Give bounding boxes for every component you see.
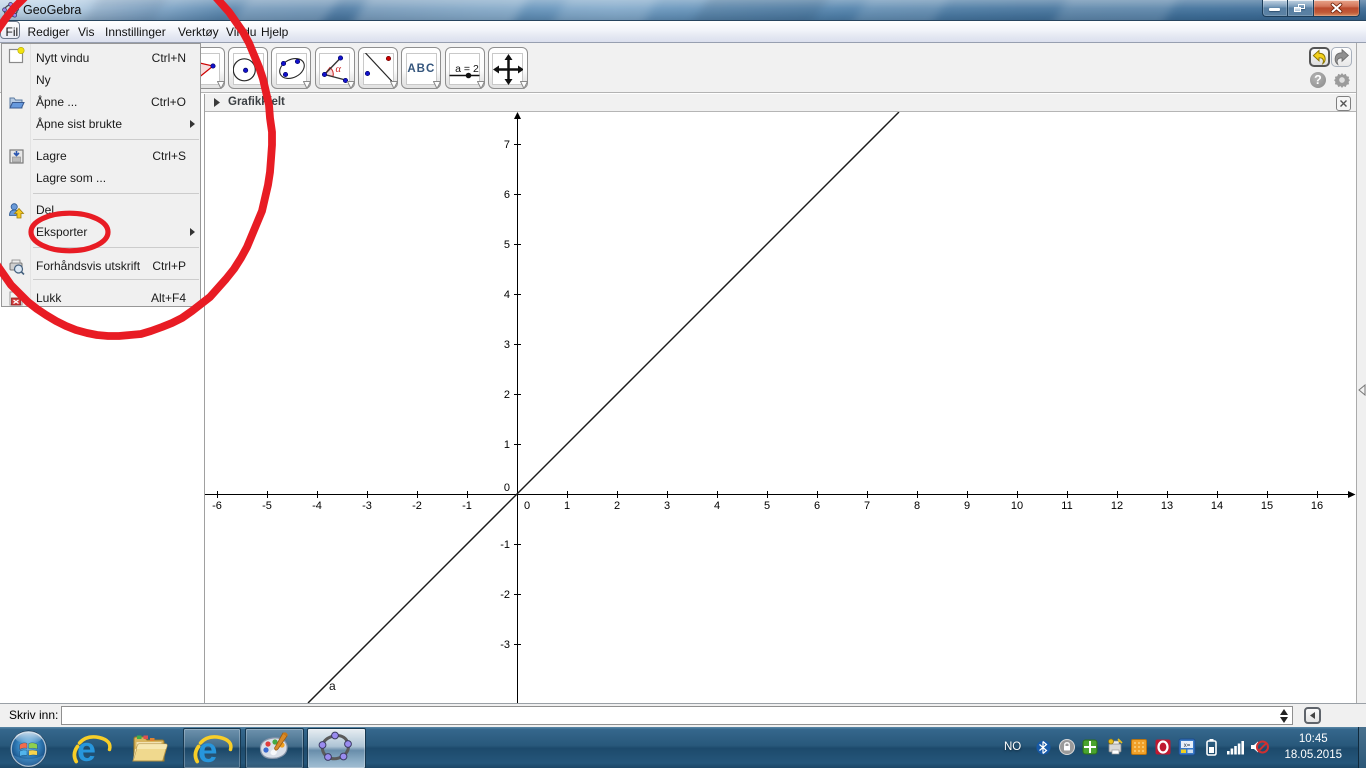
svg-text:7: 7 xyxy=(504,139,510,151)
svg-text:-3: -3 xyxy=(500,639,510,651)
svg-text:-1: -1 xyxy=(500,539,510,551)
svg-text:10: 10 xyxy=(1011,500,1023,512)
svg-text:-2: -2 xyxy=(500,589,510,601)
svg-text:3: 3 xyxy=(664,500,670,512)
svg-text:13: 13 xyxy=(1161,500,1173,512)
svg-text:14: 14 xyxy=(1211,500,1223,512)
svg-text:6: 6 xyxy=(814,500,820,512)
svg-text:x=: x= xyxy=(1184,743,1191,749)
svg-text:0: 0 xyxy=(524,500,530,512)
svg-text:0: 0 xyxy=(504,482,510,494)
svg-text:6: 6 xyxy=(504,189,510,201)
svg-text:-1: -1 xyxy=(462,500,472,512)
svg-text:2: 2 xyxy=(614,500,620,512)
svg-text:4: 4 xyxy=(504,289,510,301)
svg-text:α: α xyxy=(336,64,342,75)
svg-text:-3: -3 xyxy=(362,500,372,512)
svg-text:3: 3 xyxy=(504,339,510,351)
svg-text:8: 8 xyxy=(914,500,920,512)
svg-text:-5: -5 xyxy=(262,500,272,512)
svg-text:7: 7 xyxy=(864,500,870,512)
svg-text:-2: -2 xyxy=(412,500,422,512)
svg-text:-6: -6 xyxy=(212,500,222,512)
svg-text:2: 2 xyxy=(504,389,510,401)
svg-text:15: 15 xyxy=(1261,500,1273,512)
svg-text:-4: -4 xyxy=(312,500,322,512)
svg-text:4: 4 xyxy=(714,500,720,512)
svg-text:11: 11 xyxy=(1061,500,1072,512)
svg-text:16: 16 xyxy=(1311,500,1323,512)
svg-text:1: 1 xyxy=(504,439,510,451)
svg-text:1: 1 xyxy=(564,500,570,512)
svg-text:9: 9 xyxy=(964,500,970,512)
svg-text:12: 12 xyxy=(1111,500,1123,512)
svg-text:5: 5 xyxy=(764,500,770,512)
svg-text:a: a xyxy=(329,679,336,693)
svg-text:5: 5 xyxy=(504,239,510,251)
